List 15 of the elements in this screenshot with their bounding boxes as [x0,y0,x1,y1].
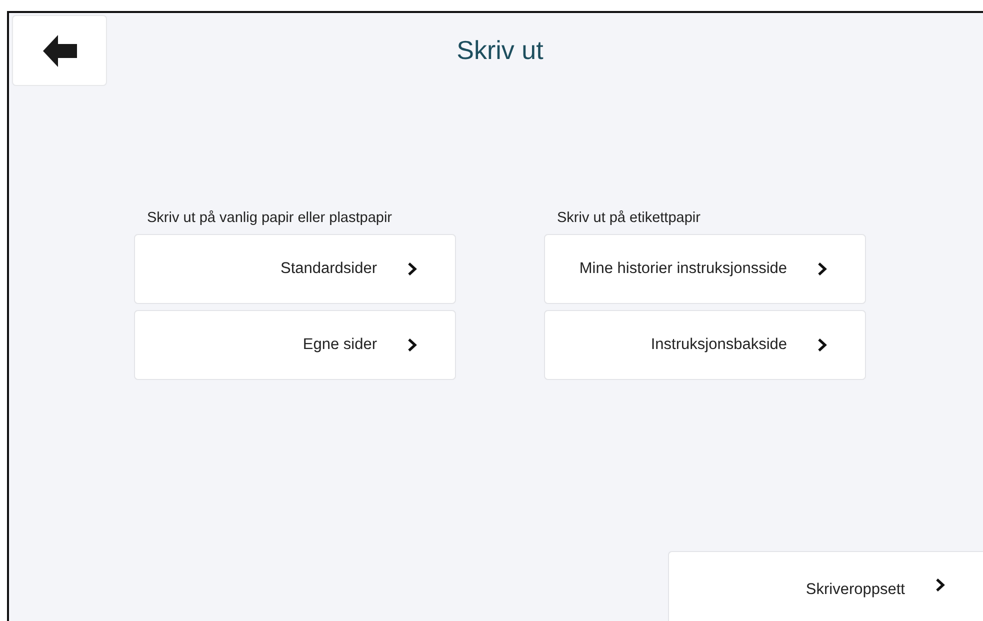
option-button[interactable]: Standardsider [134,234,456,304]
section-heading: Skriv ut på etikettpapir [557,209,702,228]
printer-setup-button[interactable]: Skriveroppsett [668,551,983,621]
option-button[interactable]: Instruksjonsbakside [544,310,866,380]
option-button[interactable]: Mine historier instruksjonsside [544,234,866,304]
chevron-icon [817,338,828,352]
back-button[interactable] [12,15,107,86]
section-heading: Skriv ut på vanlig papir eller plastpapir [147,209,394,228]
chevron-icon [935,578,946,592]
chevron-icon [407,262,418,276]
option-button[interactable]: Egne sider [134,310,456,380]
chevron-icon [407,338,418,352]
back-arrow-icon [42,34,76,66]
chevron-icon [817,262,828,276]
page-title: Skriv ut [456,35,544,66]
